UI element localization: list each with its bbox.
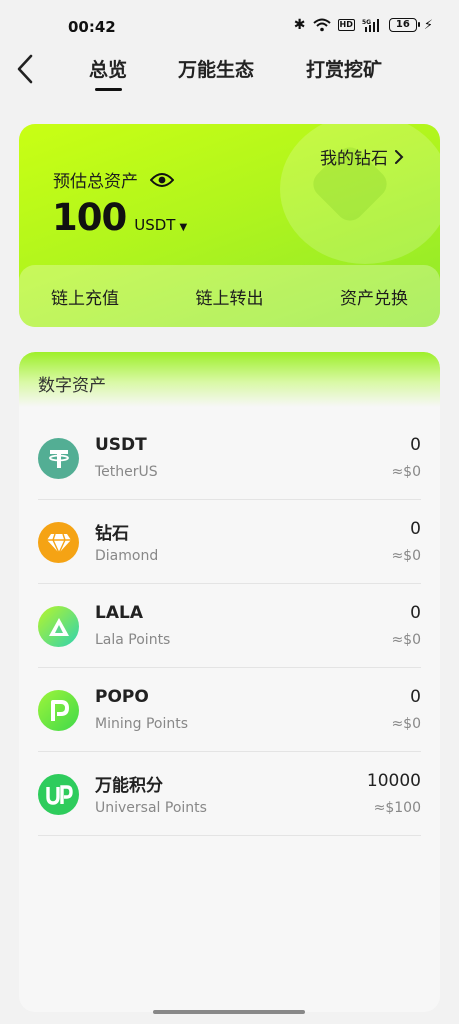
tab-overview[interactable]: 总览 [89,55,127,82]
bluetooth-icon: ✱ [293,17,306,33]
charging-icon: ⚡ [423,17,433,33]
asset-subtitle: Lala Points [95,632,171,648]
asset-amount: 0 [410,519,421,539]
my-diamond-label: 我的钻石 [320,149,388,169]
tether-icon [38,438,79,479]
caret-down-icon: ▼ [179,222,188,233]
asset-usd-value: ≈$0 [391,716,421,732]
asset-name: POPO [95,687,149,707]
battery-icon: 16 [388,18,420,32]
asset-subtitle: Mining Points [95,716,188,732]
back-button[interactable] [14,52,42,86]
lala-icon [38,606,79,647]
total-assets-row: 100 USDT ▼ [52,196,187,239]
currency-label: USDT [134,216,176,234]
card-actions: 链上充值 链上转出 资产兑换 [19,265,440,327]
chevron-left-icon [17,54,33,84]
exchange-button[interactable]: 资产兑换 [340,284,408,309]
estimate-label-row: 预估总资产 [53,167,174,192]
asset-amount: 0 [410,435,421,455]
asset-subtitle: Universal Points [95,800,207,816]
asset-name: LALA [95,603,143,623]
total-assets-value: 100 [52,196,127,239]
asset-amount: 0 [410,687,421,707]
home-indicator[interactable] [153,1010,305,1014]
digital-assets-header: 数字资产 [19,352,440,407]
chevron-right-icon [395,149,404,164]
asset-usd-value: ≈$100 [373,800,421,816]
asset-name: 钻石 [95,524,129,544]
estimate-label: 预估总资产 [53,172,138,192]
asset-usd-value: ≈$0 [391,548,421,564]
asset-row-universal-points[interactable]: 万能积分 Universal Points 10000 ≈$100 [38,752,421,836]
active-tab-indicator [95,88,122,91]
wifi-icon [312,18,331,32]
total-assets-card: 我的钻石 预估总资产 100 USDT ▼ 链上充值 链上转出 资产兑换 [19,124,440,327]
deposit-button[interactable]: 链上充值 [51,284,119,309]
svg-text:5G: 5G [362,19,371,26]
asset-amount: 10000 [366,771,421,791]
diamond-icon [38,522,79,563]
signal-icon: 5G [362,18,382,32]
digital-assets-title: 数字资产 [38,376,106,396]
currency-selector[interactable]: USDT ▼ [134,216,187,234]
my-diamond-link[interactable]: 我的钻石 [320,144,404,169]
asset-row-diamond[interactable]: 钻石 Diamond 0 ≈$0 [38,500,421,584]
status-bar: 00:42 ✱ HD 5G 16 ⚡ [0,0,459,52]
asset-amount: 0 [410,603,421,623]
asset-row-usdt[interactable]: USDT TetherUS 0 ≈$0 [38,416,421,500]
tab-reward-mining[interactable]: 打赏挖矿 [306,55,382,82]
tab-ecosystem[interactable]: 万能生态 [178,55,254,82]
asset-subtitle: TetherUS [95,464,158,480]
popo-icon [38,690,79,731]
asset-subtitle: Diamond [95,548,159,564]
hd-icon: HD [337,19,355,31]
status-icons: ✱ HD 5G 16 ⚡ [294,17,433,33]
eye-icon[interactable] [150,172,174,188]
asset-row-lala[interactable]: LALA Lala Points 0 ≈$0 [38,584,421,668]
status-time: 00:42 [68,18,116,36]
asset-usd-value: ≈$0 [391,632,421,648]
digital-assets-panel: 数字资产 USDT TetherUS 0 ≈$0 钻石 Diamond 0 ≈$… [19,352,440,1012]
asset-usd-value: ≈$0 [391,464,421,480]
asset-row-popo[interactable]: POPO Mining Points 0 ≈$0 [38,668,421,752]
asset-name: USDT [95,435,147,455]
asset-name: 万能积分 [95,776,163,796]
withdraw-button[interactable]: 链上转出 [196,284,264,309]
up-icon [38,774,79,815]
